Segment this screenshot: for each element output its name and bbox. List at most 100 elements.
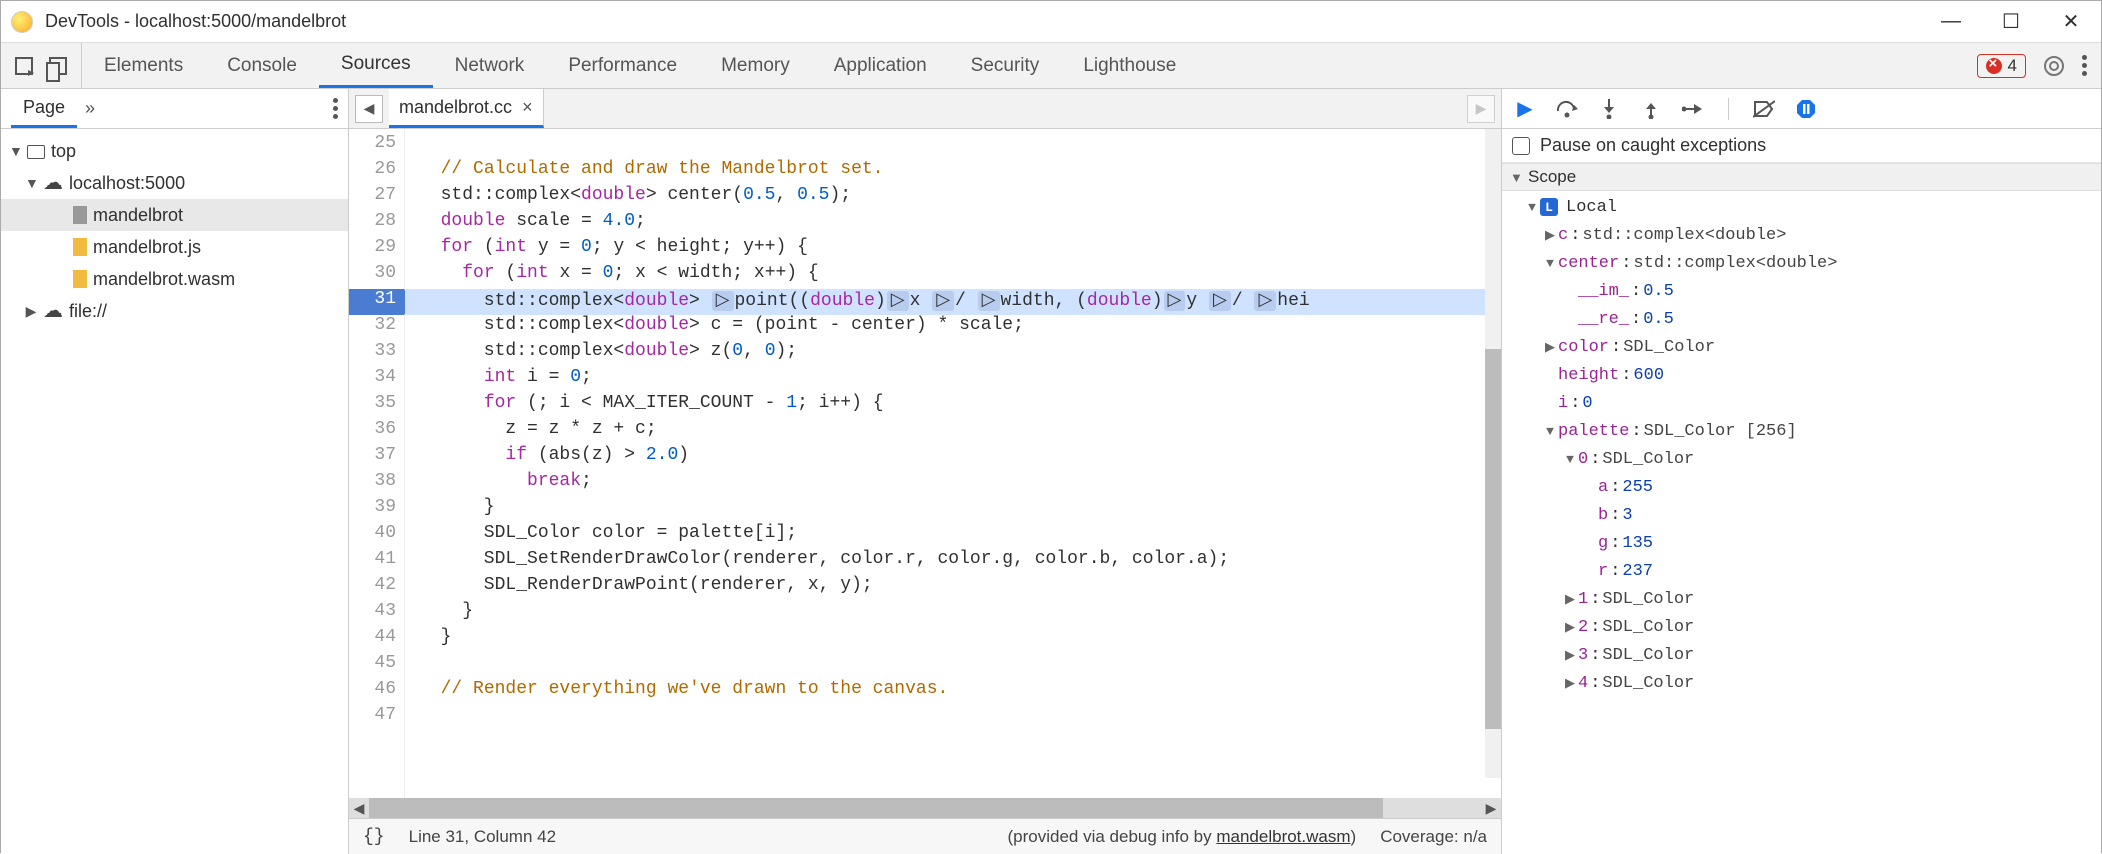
tab-lighthouse[interactable]: Lighthouse [1061, 43, 1198, 88]
tree-label: mandelbrot.wasm [93, 269, 235, 290]
editor-pane: ◀ mandelbrot.cc × ▶ 25262728293031323334… [349, 89, 1501, 854]
var-palette[interactable]: ▼palette: SDL_Color [256] [1502, 417, 2101, 445]
cloud-icon: ☁ [43, 173, 63, 193]
tab-security[interactable]: Security [949, 43, 1062, 88]
tree-label: top [51, 141, 76, 162]
editor-tab-label: mandelbrot.cc [399, 97, 512, 118]
tab-elements[interactable]: Elements [82, 43, 205, 88]
cursor-position: Line 31, Column 42 [409, 827, 556, 847]
scope-tree: ▼LLocal ▶c: std::complex<double> ▼center… [1502, 191, 2101, 699]
var-i[interactable]: i: 0 [1502, 389, 2101, 417]
code-content[interactable]: // Calculate and draw the Mandelbrot set… [405, 129, 1501, 798]
nav-forward-button[interactable]: ▶ [1467, 95, 1495, 123]
top-tabs-row: Elements Console Sources Network Perform… [1, 43, 2101, 89]
editor-tab[interactable]: mandelbrot.cc × [389, 89, 544, 128]
tree-file-mandelbrot-wasm[interactable]: mandelbrot.wasm [1, 263, 348, 295]
file-tree: ▼top ▼☁localhost:5000 mandelbrot mandelb… [1, 129, 348, 854]
section-label: Scope [1528, 167, 1576, 187]
var-palette-0-g[interactable]: g: 135 [1502, 529, 2101, 557]
window-icon [27, 145, 45, 159]
scope-section-header[interactable]: ▼Scope [1502, 163, 2101, 191]
var-palette-4[interactable]: ▶4: SDL_Color [1502, 669, 2101, 697]
tab-application[interactable]: Application [812, 43, 949, 88]
tree-top[interactable]: ▼top [1, 135, 348, 167]
window-titlebar: DevTools - localhost:5000/mandelbrot — ☐… [1, 1, 2101, 43]
checkbox[interactable] [1512, 137, 1530, 155]
var-color[interactable]: ▶color: SDL_Color [1502, 333, 2101, 361]
deactivate-breakpoints-button[interactable] [1753, 98, 1775, 120]
horizontal-scrollbar[interactable]: ◀ ▶ [349, 798, 1501, 818]
scope-local[interactable]: ▼LLocal [1502, 193, 2101, 221]
navigator-pane: Page » ▼top ▼☁localhost:5000 mandelbrot … [1, 89, 349, 854]
tree-file-scheme[interactable]: ▶☁file:// [1, 295, 348, 327]
pause-on-caught-row[interactable]: Pause on caught exceptions [1502, 129, 2101, 163]
devtools-icon [11, 11, 33, 33]
pretty-print-icon[interactable]: {} [363, 827, 385, 847]
tree-file-mandelbrot-js[interactable]: mandelbrot.js [1, 231, 348, 263]
tab-network[interactable]: Network [433, 43, 547, 88]
error-icon [1986, 58, 2002, 74]
nav-back-button[interactable]: ◀ [355, 95, 383, 123]
var-palette-3[interactable]: ▶3: SDL_Color [1502, 641, 2101, 669]
debugger-content: Pause on caught exceptions ▼Scope ▼LLoca… [1502, 129, 2101, 854]
error-count: 4 [2008, 56, 2017, 76]
maximize-button[interactable]: ☐ [2001, 12, 2021, 32]
var-palette-0-a[interactable]: a: 255 [1502, 473, 2101, 501]
resume-button[interactable]: ▶ [1514, 98, 1536, 120]
file-icon [73, 270, 87, 288]
var-center-im[interactable]: __im_: 0.5 [1502, 277, 2101, 305]
tree-label: localhost:5000 [69, 173, 185, 194]
window-title: DevTools - localhost:5000/mandelbrot [45, 11, 1941, 32]
close-button[interactable]: ✕ [2061, 12, 2081, 32]
step-button[interactable] [1682, 98, 1704, 120]
cloud-icon: ☁ [43, 301, 63, 321]
gear-icon[interactable] [2044, 56, 2064, 76]
local-badge-icon: L [1540, 198, 1558, 216]
var-palette-0-b[interactable]: b: 3 [1502, 501, 2101, 529]
step-out-button[interactable] [1640, 98, 1662, 120]
var-palette-1[interactable]: ▶1: SDL_Color [1502, 585, 2101, 613]
vertical-scrollbar[interactable] [1485, 129, 1501, 778]
tree-file-mandelbrot[interactable]: mandelbrot [1, 199, 348, 231]
more-menu-icon[interactable] [2082, 55, 2087, 76]
editor-status-bar: {} Line 31, Column 42 (provided via debu… [349, 818, 1501, 854]
minimize-button[interactable]: — [1941, 12, 1961, 32]
tree-domain[interactable]: ▼☁localhost:5000 [1, 167, 348, 199]
file-icon [73, 206, 87, 224]
step-over-button[interactable] [1556, 98, 1578, 120]
line-gutter[interactable]: 2526272829303132333435363738394041424344… [349, 129, 405, 798]
tab-console[interactable]: Console [205, 43, 319, 88]
var-center-re[interactable]: __re_: 0.5 [1502, 305, 2101, 333]
code-editor[interactable]: 2526272829303132333435363738394041424344… [349, 129, 1501, 798]
toggle-device-icon[interactable] [49, 57, 67, 75]
var-palette-0-r[interactable]: r: 237 [1502, 557, 2101, 585]
scope-label: Local [1566, 198, 1617, 217]
file-icon [73, 238, 87, 256]
debug-info-link[interactable]: mandelbrot.wasm [1216, 827, 1350, 846]
panel-tabs: Elements Console Sources Network Perform… [82, 43, 1198, 88]
pause-on-exceptions-button[interactable] [1795, 98, 1817, 120]
navigator-more-icon[interactable]: » [85, 98, 95, 119]
tree-label: mandelbrot [93, 205, 183, 226]
inspect-element-icon[interactable] [15, 57, 33, 75]
error-badge[interactable]: 4 [1977, 54, 2026, 78]
coverage-label: Coverage: n/a [1380, 827, 1487, 847]
tree-label: file:// [69, 301, 107, 322]
var-palette-0[interactable]: ▼0: SDL_Color [1502, 445, 2101, 473]
navigator-tab-page[interactable]: Page [11, 89, 77, 128]
pause-on-caught-label: Pause on caught exceptions [1540, 135, 1766, 156]
var-center[interactable]: ▼center: std::complex<double> [1502, 249, 2101, 277]
tab-memory[interactable]: Memory [699, 43, 812, 88]
debug-toolbar: ▶ [1502, 89, 2101, 129]
var-height[interactable]: height: 600 [1502, 361, 2101, 389]
debugger-pane: ▶ Pause on caught exceptions ▼Scope ▼LLo… [1501, 89, 2101, 854]
tab-sources[interactable]: Sources [319, 43, 433, 88]
tree-label: mandelbrot.js [93, 237, 201, 258]
step-into-button[interactable] [1598, 98, 1620, 120]
var-c[interactable]: ▶c: std::complex<double> [1502, 221, 2101, 249]
navigator-menu-icon[interactable] [333, 98, 338, 119]
tab-performance[interactable]: Performance [546, 43, 699, 88]
debug-info-label: (provided via debug info by mandelbrot.w… [1008, 827, 1357, 847]
var-palette-2[interactable]: ▶2: SDL_Color [1502, 613, 2101, 641]
close-tab-icon[interactable]: × [522, 97, 533, 118]
